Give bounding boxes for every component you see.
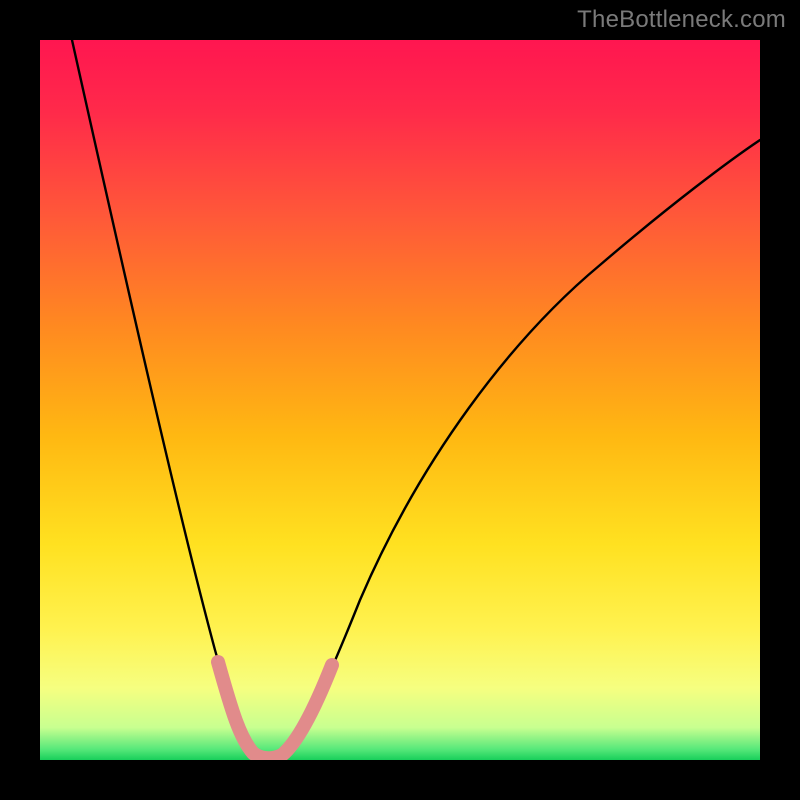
chart-container: TheBottleneck.com bbox=[0, 0, 800, 800]
gradient-background bbox=[40, 40, 760, 760]
plot-area bbox=[40, 40, 760, 760]
watermark-text: TheBottleneck.com bbox=[577, 6, 786, 34]
chart-svg bbox=[40, 40, 760, 760]
